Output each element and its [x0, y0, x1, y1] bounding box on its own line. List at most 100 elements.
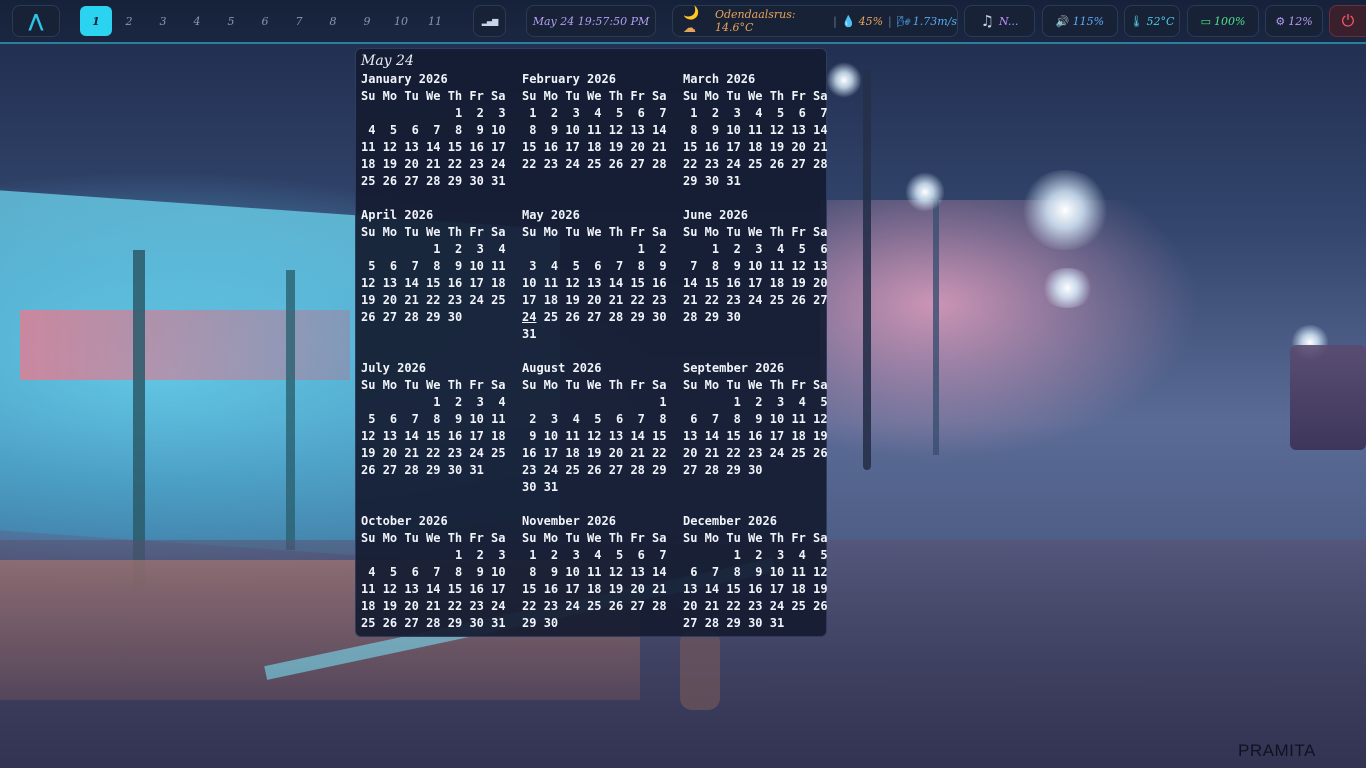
- day-cell: 24: [491, 599, 506, 613]
- day-cell: 21: [652, 140, 667, 154]
- day-cell: 15: [704, 276, 720, 290]
- day-cell: 28: [426, 174, 441, 188]
- workspace-10[interactable]: 10: [384, 6, 418, 36]
- day-cell: 22: [704, 293, 720, 307]
- day-cell: 25: [748, 157, 763, 171]
- day-cell: 17: [543, 446, 559, 460]
- week-row: 19 20 21 22 23 24 25: [361, 445, 506, 462]
- launcher-button[interactable]: ⋀: [12, 5, 60, 37]
- day-cell: 1: [726, 395, 741, 409]
- week-row: 15 16 17 18 19 20 21: [683, 139, 828, 156]
- empty-cell: [544, 242, 558, 256]
- day-cell: 23: [522, 463, 537, 477]
- day-cell: 10: [469, 259, 484, 273]
- week-row: 1 2 3: [361, 547, 506, 564]
- day-cell: 6: [608, 412, 624, 426]
- day-cell: 28: [652, 599, 667, 613]
- day-cell: 20: [587, 293, 602, 307]
- day-cell: 13: [608, 429, 624, 443]
- day-cell: 29: [447, 616, 463, 630]
- weather-module[interactable]: 🌙☁ Odendaalsrus: 14.6°C | 💧 45% | 🌬 1.73…: [672, 5, 958, 37]
- calendar-month: September 2026 Su Mo Tu We Th Fr Sa 1 2 3…: [683, 360, 828, 479]
- empty-cell: [426, 548, 440, 562]
- temperature-module[interactable]: 🌡 52°C: [1124, 5, 1180, 37]
- day-cell: 8: [426, 412, 441, 426]
- day-cell: 28: [630, 463, 645, 477]
- workspace-4[interactable]: 4: [180, 6, 214, 36]
- arch-logo-icon: ⋀: [28, 10, 44, 32]
- day-cell: 16: [447, 429, 463, 443]
- day-cell: 4: [769, 242, 785, 256]
- workspace-5[interactable]: 5: [214, 6, 248, 36]
- workspace-9[interactable]: 9: [350, 6, 384, 36]
- week-row: 1 2: [522, 241, 667, 258]
- week-row: 5 6 7 8 9 10 11: [361, 411, 505, 428]
- power-button[interactable]: ⏻: [1329, 5, 1366, 37]
- day-cell: 23: [704, 157, 720, 171]
- month-name: November 2026: [522, 514, 616, 528]
- day-cell: 24: [565, 599, 580, 613]
- workspace-7[interactable]: 7: [282, 6, 316, 36]
- workspace-3[interactable]: 3: [146, 6, 180, 36]
- day-cell: 18: [543, 293, 559, 307]
- day-cell: 21: [704, 446, 720, 460]
- month-name: March 2026: [683, 72, 756, 86]
- day-cell: 8: [704, 259, 720, 273]
- day-cell: 17: [769, 582, 785, 596]
- day-cell: 5: [769, 106, 785, 120]
- day-cell: 17: [469, 276, 484, 290]
- day-cell: 15: [447, 582, 463, 596]
- day-cell: 17: [769, 429, 785, 443]
- day-cell: 17: [491, 582, 506, 596]
- day-cell: 21: [813, 140, 828, 154]
- day-cell: 1: [652, 395, 667, 409]
- day-cell: 28: [608, 310, 624, 324]
- week-row: 1 2 3 4 5: [683, 394, 828, 411]
- day-cell: 18: [791, 429, 806, 443]
- day-cell: 14: [683, 276, 698, 290]
- day-cell: 11: [748, 123, 763, 137]
- clock-module[interactable]: May 24 19:57:50 PM: [526, 5, 656, 37]
- network-module[interactable]: ▂▄▆: [473, 5, 506, 37]
- day-cell: 23: [543, 599, 559, 613]
- day-cell: 8: [630, 259, 645, 273]
- workspace-1[interactable]: 1: [80, 6, 112, 36]
- workspace-2[interactable]: 2: [112, 6, 146, 36]
- empty-cell: [630, 395, 644, 409]
- thermometer-icon: 🌡: [1129, 14, 1144, 28]
- day-cell: 15: [630, 276, 645, 290]
- week-row: 1 2 3 4: [361, 241, 505, 258]
- day-cell: 25: [587, 599, 602, 613]
- month-name: May 2026: [522, 208, 580, 222]
- battery-module[interactable]: ▭ 100%: [1187, 5, 1259, 37]
- workspace-11[interactable]: 11: [418, 6, 452, 36]
- day-cell: 26: [382, 616, 398, 630]
- music-module[interactable]: ♫ N...: [964, 5, 1035, 37]
- day-cell: 30: [447, 463, 463, 477]
- day-cell: 19: [361, 293, 376, 307]
- day-cell: 31: [769, 616, 785, 630]
- day-cell: 22: [447, 599, 463, 613]
- workspace-6[interactable]: 6: [248, 6, 282, 36]
- day-cell: 7: [704, 565, 720, 579]
- calendar-month: March 2026 Su Mo Tu We Th Fr Sa 1 2 3 4 5…: [683, 71, 828, 190]
- day-cell: 5: [361, 259, 376, 273]
- cpu-module[interactable]: ⚙ 12%: [1265, 5, 1323, 37]
- day-cell: 2: [469, 106, 484, 120]
- weekday-header: Su Mo Tu We Th Fr Sa: [522, 378, 667, 392]
- day-cell: 18: [491, 429, 506, 443]
- day-cell: 19: [361, 446, 376, 460]
- volume-module[interactable]: 🔊 115%: [1042, 5, 1118, 37]
- day-cell: 18: [748, 140, 763, 154]
- week-row: 1: [522, 394, 667, 411]
- day-cell: 10: [565, 123, 580, 137]
- day-cell: 15: [683, 140, 698, 154]
- day-cell: 5: [813, 548, 828, 562]
- day-cell: 23: [726, 293, 741, 307]
- day-cell: 20: [683, 599, 698, 613]
- day-cell: 17: [491, 140, 506, 154]
- day-cell: 14: [813, 123, 828, 137]
- day-cell: 19: [608, 140, 624, 154]
- week-row: 6 7 8 9 10 11 12: [683, 411, 827, 428]
- workspace-8[interactable]: 8: [316, 6, 350, 36]
